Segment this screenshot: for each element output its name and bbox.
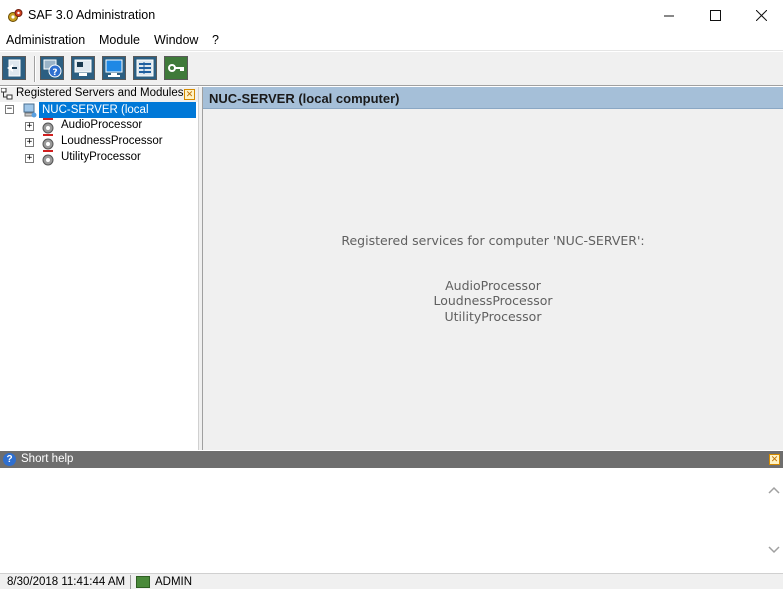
menu-administration[interactable]: Administration	[6, 33, 85, 47]
monitor-icon	[105, 59, 123, 77]
tree-node-label[interactable]: UtilityProcessor	[61, 151, 141, 163]
server-tree-close-button[interactable]: ✕	[184, 89, 195, 100]
tree-node[interactable]: + AudioProcessor	[0, 118, 198, 134]
expand-icon[interactable]: +	[25, 154, 34, 163]
server-tree-panel: Registered Servers and Modules ✕ − NUC-S…	[0, 87, 198, 450]
service-item: AudioProcessor	[445, 278, 541, 293]
toolbar-separator	[34, 56, 36, 82]
close-icon: ✕	[185, 89, 194, 99]
title-bar: SAF 3.0 Administration	[0, 0, 783, 31]
exit-button[interactable]	[2, 56, 26, 80]
gear-module-icon	[42, 134, 54, 150]
module-button[interactable]	[71, 56, 95, 80]
short-help-header: ? Short help ✕	[0, 451, 783, 468]
tree-node-label[interactable]: AudioProcessor	[61, 119, 142, 131]
window-title: SAF 3.0 Administration	[28, 8, 156, 22]
tree-root-node[interactable]: − NUC-SERVER (local computer)	[0, 102, 198, 132]
server-tree-header: Registered Servers and Modules ✕	[0, 87, 198, 102]
menu-module[interactable]: Module	[99, 33, 140, 47]
expand-icon[interactable]: +	[25, 122, 34, 131]
tree-node-label[interactable]: LoudnessProcessor	[61, 135, 163, 147]
collapse-icon[interactable]: −	[5, 105, 14, 114]
tree-structure-icon	[1, 88, 13, 100]
services-heading: Registered services for computer 'NUC-SE…	[341, 233, 645, 248]
list-icon	[136, 59, 154, 77]
help-icon: ?	[3, 453, 16, 466]
short-help-close-button[interactable]: ✕	[769, 454, 780, 465]
tree-node[interactable]: + LoudnessProcessor	[0, 134, 198, 150]
list-button[interactable]	[133, 56, 157, 80]
menu-window[interactable]: Window	[154, 33, 198, 47]
maximize-icon	[709, 10, 721, 21]
app-gear-icon	[8, 9, 23, 22]
service-item: LoudnessProcessor	[433, 293, 553, 308]
help-icon: ?	[43, 59, 62, 78]
chevron-up-icon	[768, 486, 780, 494]
close-icon	[755, 10, 767, 21]
expand-icon[interactable]: +	[25, 138, 34, 147]
key-icon	[168, 64, 184, 72]
close-icon: ✕	[770, 454, 779, 464]
monitor-button[interactable]	[102, 56, 126, 80]
chevron-down-icon	[768, 546, 780, 554]
tree-root-label[interactable]: NUC-SERVER (local computer)	[39, 102, 196, 132]
key-button[interactable]	[164, 56, 188, 80]
short-help-content	[0, 468, 783, 573]
gear-module-icon	[42, 118, 54, 134]
menu-bar: Administration Module Window ?	[0, 31, 783, 51]
tree-node[interactable]: + UtilityProcessor	[0, 150, 198, 166]
status-datetime: 8/30/2018 11:41:44 AM	[7, 576, 126, 588]
help-button[interactable]: ?	[40, 56, 64, 80]
module-icon	[74, 59, 92, 76]
computer-icon	[23, 103, 37, 118]
gear-module-icon	[42, 150, 54, 166]
toolbar: ?	[0, 52, 783, 86]
short-help-title: Short help	[21, 453, 74, 465]
status-bar: 8/30/2018 11:41:44 AM ADMIN	[0, 573, 783, 589]
menu-help[interactable]: ?	[212, 33, 219, 47]
details-header: NUC-SERVER (local computer)	[203, 87, 783, 109]
status-separator	[130, 575, 131, 589]
minimize-icon	[663, 15, 674, 17]
minimize-button[interactable]	[646, 0, 692, 31]
user-icon	[136, 576, 150, 588]
scroll-up-button[interactable]	[767, 484, 781, 498]
service-item: UtilityProcessor	[444, 309, 542, 324]
server-tree-title: Registered Servers and Modules	[16, 87, 184, 99]
svg-text:?: ?	[52, 68, 57, 78]
details-panel: NUC-SERVER (local computer) Registered s…	[203, 87, 783, 450]
exit-icon	[7, 59, 21, 77]
scroll-down-button[interactable]	[767, 544, 781, 558]
details-title: NUC-SERVER (local computer)	[209, 91, 400, 106]
close-button[interactable]	[738, 0, 783, 31]
status-user: ADMIN	[155, 576, 193, 588]
maximize-button[interactable]	[692, 0, 738, 31]
